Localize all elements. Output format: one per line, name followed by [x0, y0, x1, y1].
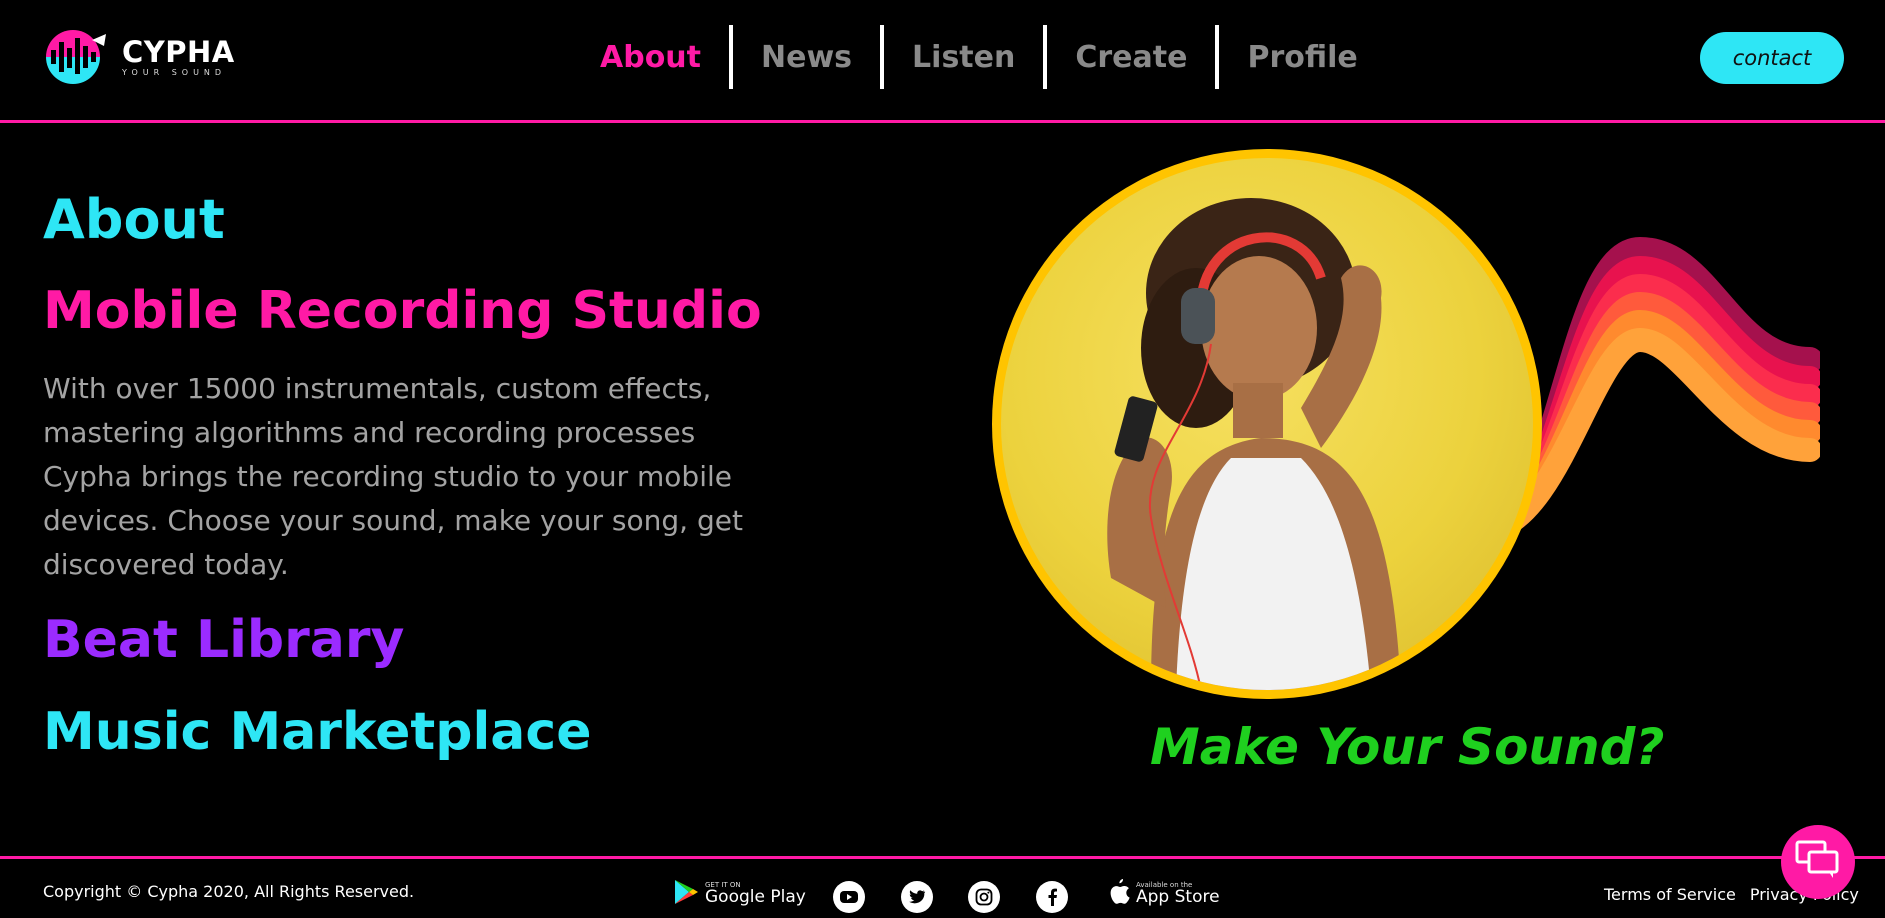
section-title-mobile-recording-studio[interactable]: Mobile Recording Studio [43, 281, 762, 341]
chat-icon [1795, 840, 1841, 884]
apple-icon [1108, 879, 1130, 909]
nav-item-profile[interactable]: Profile [1219, 40, 1385, 75]
twitter-icon[interactable] [901, 881, 933, 913]
google-play-badge[interactable]: GET IT ON Google Play [673, 877, 806, 911]
copyright-text: Copyright © Cypha 2020, All Rights Reser… [43, 882, 415, 901]
section-title-beat-library[interactable]: Beat Library [43, 610, 404, 670]
nav-item-about[interactable]: About [574, 40, 729, 75]
main-nav: About News Listen Create Profile [574, 24, 1386, 90]
hero-image [1001, 158, 1533, 690]
nav-item-news[interactable]: News [733, 40, 880, 75]
site-footer: Copyright © Cypha 2020, All Rights Reser… [0, 856, 1885, 918]
hero-image-frame [992, 149, 1542, 699]
terms-of-service-link[interactable]: Terms of Service [1604, 885, 1736, 904]
brand-tagline: YOUR SOUND [122, 67, 227, 77]
nav-item-create[interactable]: Create [1047, 40, 1215, 75]
youtube-icon[interactable] [833, 881, 865, 913]
logo[interactable]: CYPHA YOUR SOUND [42, 28, 235, 86]
site-header: CYPHA YOUR SOUND About News Listen Creat… [0, 0, 1885, 123]
nav-item-listen[interactable]: Listen [884, 40, 1043, 75]
google-play-label: Google Play [705, 887, 806, 907]
contact-button[interactable]: contact [1700, 32, 1844, 84]
facebook-icon[interactable] [1036, 881, 1068, 913]
page-title: About [43, 188, 225, 251]
google-play-icon [673, 878, 699, 910]
instagram-icon[interactable] [968, 881, 1000, 913]
section-title-music-marketplace[interactable]: Music Marketplace [43, 702, 592, 762]
hero-tagline: Make Your Sound? [1150, 718, 1665, 776]
logo-mark-icon [42, 28, 108, 86]
chat-button[interactable] [1781, 825, 1855, 899]
brand-name: CYPHA [122, 34, 235, 69]
app-store-badge[interactable]: Available on the App Store [1108, 877, 1220, 911]
section-description: With over 15000 instrumentals, custom ef… [43, 372, 743, 581]
app-store-label: App Store [1136, 887, 1220, 907]
